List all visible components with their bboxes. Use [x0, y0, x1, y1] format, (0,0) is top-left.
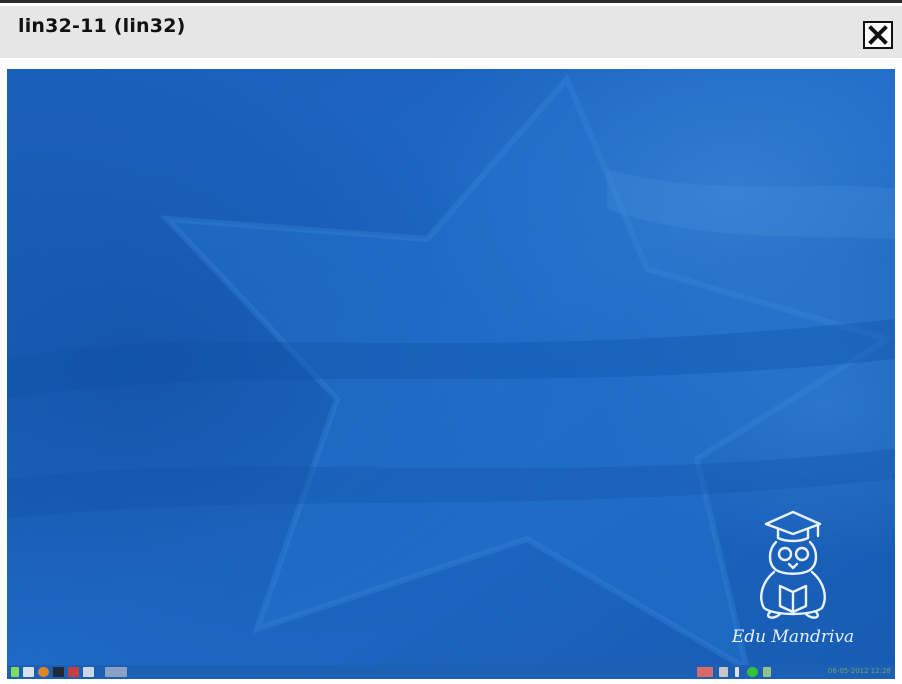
window-title: lin32-11 (lin32): [18, 15, 186, 37]
display-icon[interactable]: [68, 667, 79, 677]
keyboard-icon[interactable]: [719, 667, 728, 677]
clock[interactable]: 06-05-2012 12:28: [828, 667, 891, 675]
edu-mandriva-logo: Edu Mandriva: [718, 502, 868, 647]
desktop-view[interactable]: Edu Mandriva 06-05-2012 12:28: [7, 69, 895, 679]
remote-desktop-window: lin32-11 (lin32) Edu Mandriva 06-05-2012…: [0, 0, 902, 684]
network-icon[interactable]: [83, 667, 94, 677]
update-icon[interactable]: [747, 667, 758, 677]
close-icon: [868, 25, 888, 45]
taskbar: 06-05-2012 12:28: [7, 665, 895, 679]
window-titlebar[interactable]: lin32-11 (lin32): [0, 6, 902, 58]
files-icon[interactable]: [23, 667, 34, 677]
penguin-graduate-icon: [760, 510, 826, 619]
menu-icon[interactable]: [11, 667, 19, 677]
close-button[interactable]: [863, 21, 893, 49]
language-flag-icon[interactable]: [697, 667, 713, 677]
volume-icon[interactable]: [735, 667, 739, 677]
terminal-icon[interactable]: [53, 667, 64, 677]
network-status-icon[interactable]: [763, 667, 771, 677]
browser-icon[interactable]: [38, 667, 49, 677]
brand-text: Edu Mandriva: [731, 627, 855, 647]
window-icon[interactable]: [105, 667, 127, 677]
